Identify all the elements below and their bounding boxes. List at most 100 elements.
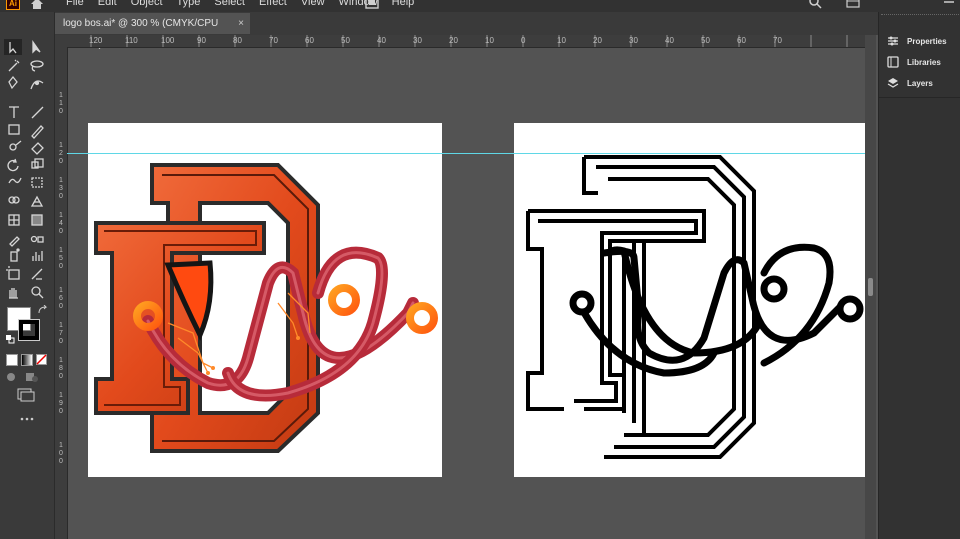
menu-view[interactable]: View bbox=[301, 0, 325, 8]
home-icon[interactable] bbox=[30, 0, 44, 9]
eraser-tool-icon[interactable] bbox=[31, 142, 44, 155]
ruler-v-label: 1 5 0 bbox=[59, 247, 63, 270]
ruler-h-label: 40 bbox=[377, 36, 386, 45]
ruler-h-label: 20 bbox=[449, 36, 458, 45]
menu-file[interactable]: File bbox=[66, 0, 84, 8]
ruler-h-label: 70 bbox=[773, 36, 782, 45]
ruler-h-label: 120 bbox=[89, 36, 103, 45]
shaper-tool-icon[interactable] bbox=[9, 140, 22, 151]
drawing-modes-icon[interactable] bbox=[6, 371, 46, 383]
blend-tool-icon[interactable] bbox=[30, 235, 44, 243]
ruler-v-label: 1 9 0 bbox=[59, 392, 63, 415]
document-tab[interactable]: logo bos.ai* @ 300 % (CMYK/CPU Preview) … bbox=[55, 13, 250, 50]
panel-label-layers: Layers bbox=[907, 78, 933, 88]
libraries-icon bbox=[887, 56, 899, 68]
menu-object[interactable]: Object bbox=[131, 0, 163, 8]
ruler-v-label: 1 3 0 bbox=[59, 177, 63, 200]
ruler-h-label: 80 bbox=[233, 36, 242, 45]
ruler-h-label: 110 bbox=[125, 36, 138, 45]
menu-bar: Ai File Edit Object Type Select Effect V… bbox=[0, 0, 960, 12]
panel-divider bbox=[879, 97, 960, 98]
symbol-sprayer-tool-icon[interactable] bbox=[10, 248, 20, 262]
vertical-ruler[interactable]: 1 1 0 1 2 0 1 3 0 1 4 0 1 5 0 1 6 0 1 7 … bbox=[55, 47, 68, 539]
magic-wand-tool-icon[interactable] bbox=[8, 59, 20, 72]
panel-grip[interactable] bbox=[881, 14, 959, 18]
pen-tool-icon[interactable] bbox=[8, 75, 18, 90]
none-mode-button[interactable] bbox=[36, 354, 48, 366]
mesh-tool-icon[interactable] bbox=[8, 214, 20, 226]
arrange-documents-icon[interactable] bbox=[365, 0, 379, 9]
right-panel-dock: Properties Libraries Layers bbox=[878, 12, 960, 539]
menu-type[interactable]: Type bbox=[177, 0, 201, 8]
stroke-color-swatch[interactable] bbox=[18, 319, 40, 341]
edit-toolbar-icon[interactable] bbox=[20, 416, 34, 422]
slice-tool-icon[interactable] bbox=[31, 268, 43, 280]
ruler-h-label: 60 bbox=[737, 36, 746, 45]
search-icon[interactable] bbox=[808, 0, 822, 9]
illustrator-app-icon: Ai bbox=[6, 0, 20, 10]
ruler-h-label: 10 bbox=[485, 36, 494, 45]
rectangle-tool-icon[interactable] bbox=[8, 124, 20, 135]
ruler-v-label: 1 1 0 bbox=[59, 92, 65, 115]
screen-mode-icon[interactable] bbox=[17, 388, 35, 402]
ruler-h-label: 50 bbox=[341, 36, 350, 45]
artboard-colored-logo[interactable] bbox=[88, 123, 442, 477]
minimize-icon[interactable] bbox=[942, 0, 956, 9]
direct-selection-tool-icon[interactable] bbox=[32, 39, 41, 54]
tools-panel bbox=[0, 12, 55, 539]
eyedropper-tool-icon[interactable] bbox=[9, 236, 20, 247]
warp-tool-icon[interactable] bbox=[8, 177, 22, 184]
gradient-mode-button[interactable] bbox=[21, 354, 33, 366]
artboard-outline-logo[interactable] bbox=[514, 123, 865, 477]
default-fill-stroke-icon[interactable] bbox=[5, 334, 15, 344]
line-segment-tool-icon[interactable] bbox=[31, 106, 44, 119]
ruler-h-label: 30 bbox=[629, 36, 638, 45]
panel-label-properties: Properties bbox=[907, 36, 947, 46]
ruler-v-label: 1 6 0 bbox=[59, 287, 63, 310]
ruler-h-label: 60 bbox=[305, 36, 314, 45]
workspace-switcher-icon[interactable] bbox=[846, 0, 860, 9]
paintbrush-tool-icon[interactable] bbox=[31, 125, 44, 139]
ruler-h-label: 40 bbox=[665, 36, 674, 45]
column-graph-tool-icon[interactable] bbox=[32, 251, 43, 261]
ruler-h-label: 50 bbox=[701, 36, 710, 45]
panel-tab-properties[interactable]: Properties bbox=[887, 32, 947, 50]
menu-effect[interactable]: Effect bbox=[259, 0, 287, 8]
curvature-tool-icon[interactable] bbox=[30, 80, 44, 90]
scale-tool-icon[interactable] bbox=[31, 158, 44, 169]
colored-logo-artwork[interactable] bbox=[88, 123, 442, 477]
vertical-scrollbar-thumb[interactable] bbox=[868, 278, 873, 296]
outline-logo-artwork[interactable] bbox=[514, 123, 865, 477]
close-tab-icon[interactable]: × bbox=[238, 13, 244, 34]
ruler-v-label: 1 7 0 bbox=[59, 322, 63, 345]
hand-tool-icon[interactable] bbox=[9, 288, 18, 299]
panel-tab-layers[interactable]: Layers bbox=[887, 74, 933, 92]
type-tool-icon[interactable] bbox=[9, 106, 19, 118]
panel-tab-libraries[interactable]: Libraries bbox=[887, 53, 941, 71]
ruler-v-label: 1 8 0 bbox=[59, 357, 63, 380]
menu-help[interactable]: Help bbox=[392, 0, 415, 8]
shape-builder-tool-icon[interactable] bbox=[8, 196, 20, 204]
gradient-tool-icon[interactable] bbox=[31, 214, 43, 226]
menu-select[interactable]: Select bbox=[214, 0, 245, 8]
ruler-h-label: 90 bbox=[197, 36, 206, 45]
properties-icon bbox=[888, 36, 898, 46]
ruler-h-label: 70 bbox=[269, 36, 278, 45]
menu-edit[interactable]: Edit bbox=[98, 0, 117, 8]
selection-tool-icon[interactable] bbox=[4, 39, 22, 55]
ruler-h-label: 10 bbox=[557, 36, 566, 45]
rotate-tool-icon[interactable] bbox=[7, 158, 19, 172]
perspective-grid-tool-icon[interactable] bbox=[30, 195, 44, 207]
ruler-v-label: 1 2 0 bbox=[59, 142, 63, 165]
swap-fill-stroke-icon[interactable] bbox=[38, 305, 48, 315]
horizontal-ruler[interactable]: 120 110 100 90 80 70 60 50 40 30 20 10 0… bbox=[55, 35, 865, 48]
lasso-tool-icon[interactable] bbox=[30, 60, 44, 72]
free-transform-tool-icon[interactable] bbox=[31, 177, 43, 188]
ruler-h-label: 100 bbox=[161, 36, 175, 45]
zoom-tool-icon[interactable] bbox=[31, 286, 44, 299]
ruler-v-label: 1 0 0 bbox=[59, 442, 63, 465]
horizontal-guide[interactable] bbox=[67, 153, 865, 154]
color-mode-button[interactable] bbox=[6, 354, 18, 366]
ruler-h-label: 20 bbox=[593, 36, 602, 45]
artboard-tool-icon[interactable] bbox=[6, 266, 20, 280]
